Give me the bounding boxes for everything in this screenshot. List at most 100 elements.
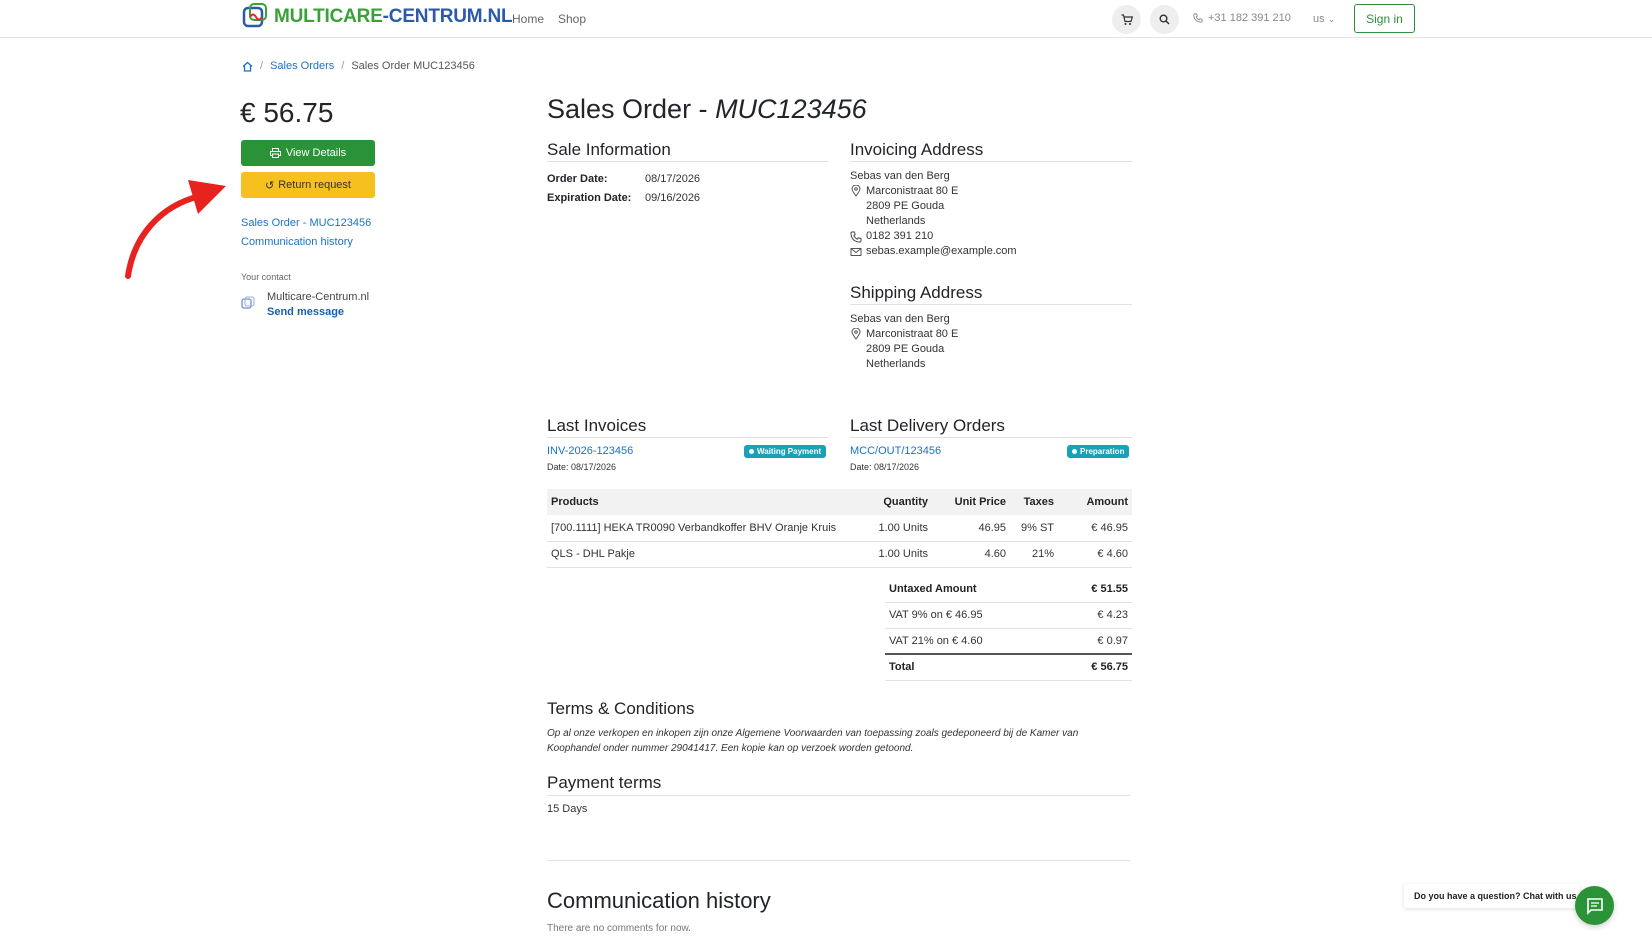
product-unit-price: 46.95 [932, 515, 1010, 542]
breadcrumb-current: Sales Order MUC123456 [351, 60, 475, 72]
search-button[interactable] [1150, 5, 1179, 34]
untaxed-value: € 51.55 [1056, 576, 1132, 603]
table-row: QLS - DHL Pakje 1.00 Units 4.60 21% € 4.… [547, 541, 1132, 568]
vat9-row: VAT 9% on € 46.95 € 4.23 [885, 602, 1132, 629]
invoicing-address-title: Invoicing Address [850, 140, 984, 159]
vat21-row: VAT 21% on € 4.60 € 0.97 [885, 628, 1132, 655]
total-value: € 56.75 [1056, 653, 1132, 681]
chat-button[interactable] [1575, 886, 1614, 925]
delivery-order-link[interactable]: MCC/OUT/123456 [850, 445, 941, 457]
column-header: Products [547, 489, 869, 515]
invoicing-street: Marconistraat 80 E [866, 185, 959, 197]
header-phone[interactable]: +31 182 391 210 [1193, 12, 1291, 24]
nav-home[interactable]: Home [512, 12, 544, 26]
column-header: Quantity [868, 489, 932, 515]
language-label: us [1313, 13, 1325, 25]
invoice-date: Date: 08/17/2026 [547, 462, 617, 472]
order-date-label: Order Date: [547, 173, 608, 185]
chat-prompt[interactable]: Do you have a question? Chat with us. [1404, 884, 1580, 908]
shipping-country: Netherlands [866, 358, 926, 370]
shipping-name: Sebas van den Berg [850, 313, 950, 325]
divider [547, 795, 1130, 796]
sidebar-link-sales-order[interactable]: Sales Order - MUC123456 [241, 217, 371, 229]
invoicing-name: Sebas van den Berg [850, 170, 950, 182]
shipping-street: Marconistraat 80 E [866, 328, 959, 340]
communication-history-title: Communication history [547, 888, 771, 913]
chat-icon [1586, 897, 1603, 915]
cart-button[interactable] [1112, 5, 1141, 34]
phone-icon [850, 231, 862, 243]
shipping-city: 2809 PE Gouda [866, 343, 945, 355]
invoice-link[interactable]: INV-2026-123456 [547, 445, 633, 457]
no-comments-text: There are no comments for now. [547, 923, 691, 934]
top-navbar: MULTICARE-CENTRUM.NL Home Shop +31 182 3… [0, 0, 1652, 38]
last-invoices-title: Last Invoices [547, 416, 647, 435]
status-badge: Preparation [1067, 445, 1130, 458]
status-badge-label: Preparation [1080, 447, 1125, 456]
vat9-value: € 4.23 [1056, 602, 1132, 629]
divider [850, 304, 1132, 305]
phone-number: +31 182 391 210 [1208, 12, 1291, 24]
sign-in-button[interactable]: Sign in [1354, 4, 1415, 33]
totals-table: Untaxed Amount € 51.55 VAT 9% on € 46.95… [885, 576, 1132, 681]
sidebar-link-communication-history[interactable]: Communication history [241, 236, 353, 248]
untaxed-row: Untaxed Amount € 51.55 [885, 576, 1132, 603]
product-amount: € 46.95 [1058, 515, 1132, 542]
status-badge-label: Waiting Payment [757, 447, 822, 456]
breadcrumb: / Sales Orders / Sales Order MUC123456 [242, 60, 475, 72]
vat21-value: € 0.97 [1056, 628, 1132, 655]
order-total-price: € 56.75 [240, 97, 334, 128]
breadcrumb-sales-orders[interactable]: Sales Orders [270, 60, 334, 72]
order-number: MUC123456 [715, 94, 867, 124]
brand-name: MULTICARE-CENTRUM.NL [274, 6, 513, 27]
status-dot-icon [749, 449, 754, 454]
product-unit-price: 4.60 [932, 541, 1010, 568]
send-message-link[interactable]: Send message [267, 306, 344, 318]
products-table: Products Quantity Unit Price Taxes Amoun… [547, 489, 1132, 568]
breadcrumb-separator: / [341, 60, 345, 72]
product-quantity: 1.00 Units [868, 515, 932, 542]
column-header: Amount [1058, 489, 1132, 515]
untaxed-label: Untaxed Amount [885, 576, 1057, 603]
nav-shop[interactable]: Shop [558, 12, 586, 26]
divider [547, 437, 828, 438]
sale-information-title: Sale Information [547, 140, 671, 159]
invoicing-email: sebas.example@example.com [866, 245, 1017, 257]
expiration-date-label: Expiration Date: [547, 192, 632, 204]
delivery-date: Date: 08/17/2026 [850, 462, 920, 472]
product-amount: € 4.60 [1058, 541, 1132, 568]
map-marker-icon [851, 185, 861, 197]
contact-name: Multicare-Centrum.nl [267, 291, 370, 303]
return-request-label: Return request [278, 179, 351, 191]
total-row: Total € 56.75 [885, 653, 1132, 681]
language-selector[interactable]: us ⌄ [1313, 13, 1335, 25]
annotation-arrow-icon [125, 180, 226, 279]
return-request-button[interactable]: ↺ Return request [241, 172, 375, 198]
home-icon[interactable] [242, 61, 253, 72]
product-taxes: 21% [1010, 541, 1058, 568]
page-title: Sales Order - MUC123456 [547, 94, 867, 124]
phone-icon [1193, 13, 1203, 23]
shipping-address-title: Shipping Address [850, 283, 983, 302]
undo-icon: ↺ [265, 179, 275, 192]
total-label: Total [885, 653, 1057, 681]
payment-terms-title: Payment terms [547, 773, 662, 792]
breadcrumb-separator: / [260, 60, 264, 72]
divider [547, 161, 828, 162]
vat21-label: VAT 21% on € 4.60 [885, 628, 1057, 655]
view-details-label: View Details [285, 147, 347, 159]
divider [850, 161, 1132, 162]
status-dot-icon [1072, 449, 1077, 454]
payment-terms-value: 15 Days [547, 803, 588, 815]
invoicing-country: Netherlands [866, 215, 926, 227]
terms-text: Op al onze verkopen en inkopen zijn onze… [547, 728, 1079, 754]
invoicing-city: 2809 PE Gouda [866, 200, 945, 212]
terms-title: Terms & Conditions [547, 699, 695, 718]
your-contact-label: Your contact [241, 272, 291, 282]
print-icon [269, 148, 281, 158]
brand-logo[interactable]: MULTICARE-CENTRUM.NL [240, 2, 513, 32]
status-badge: Waiting Payment [744, 445, 827, 458]
view-details-button[interactable]: View Details [241, 140, 375, 166]
envelope-icon [850, 248, 862, 256]
cart-icon [1121, 13, 1133, 25]
